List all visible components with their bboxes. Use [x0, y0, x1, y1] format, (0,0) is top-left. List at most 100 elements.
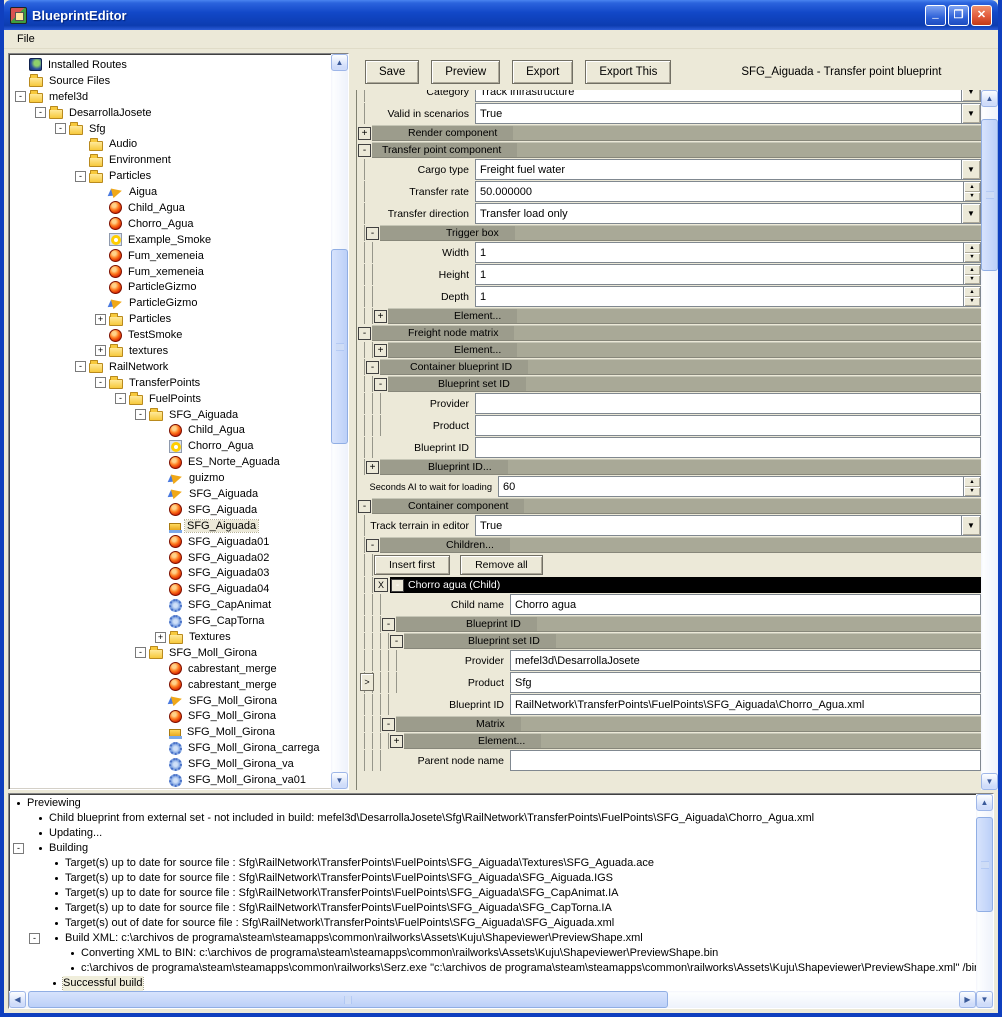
tree-item[interactable]: SFG_Aiguada [9, 518, 331, 534]
field-value[interactable] [475, 437, 981, 458]
section-expander-icon[interactable]: + [374, 310, 387, 323]
tree-item-label[interactable]: Example_Smoke [126, 234, 213, 246]
section-expander-icon[interactable]: - [390, 635, 403, 648]
tree-item[interactable]: SFG_CapAnimat [9, 597, 331, 613]
field-value-text[interactable]: Chorro agua [511, 599, 980, 611]
dropdown-arrow-icon[interactable] [961, 104, 980, 123]
section-header-bar[interactable]: Element... [388, 342, 981, 358]
tree-expander-icon[interactable]: - [115, 393, 126, 404]
spin-down-icon[interactable] [964, 253, 980, 263]
scroll-down-icon[interactable] [976, 991, 993, 1008]
tree-item[interactable]: -SFG_Aiguada [9, 407, 331, 423]
tree-item[interactable]: -DesarrollaJosete [9, 105, 331, 121]
scroll-up-icon[interactable] [331, 54, 348, 71]
tree-item[interactable]: Environment [9, 152, 331, 168]
tree-item[interactable]: cabrestant_merge [9, 661, 331, 677]
spinner-control[interactable] [963, 182, 980, 201]
tree-item-label[interactable]: SFG_Moll_Girona [186, 710, 278, 722]
tree-item[interactable]: -TransferPoints [9, 375, 331, 391]
tree-expander-icon[interactable]: + [155, 632, 166, 643]
log-line[interactable]: -Build XML: c:\archivos de programa\stea… [9, 931, 976, 946]
child-expander-icon[interactable]: - [391, 579, 404, 592]
tree-item[interactable]: +textures [9, 343, 331, 359]
field-value-text[interactable]: 1 [476, 247, 963, 259]
scroll-up-icon[interactable] [981, 90, 998, 107]
tree-item-label[interactable]: Child_Agua [126, 202, 187, 214]
tree-item[interactable]: SFG_Aiguada01 [9, 534, 331, 550]
spin-down-icon[interactable] [964, 275, 980, 285]
tree-item-label[interactable]: SFG_Aiguada02 [186, 552, 271, 564]
scroll-right-icon[interactable] [959, 991, 976, 1008]
section-expander-icon[interactable]: + [374, 344, 387, 357]
tree-item[interactable]: -RailNetwork [9, 359, 331, 375]
tree-item[interactable]: Fum_xemeneia [9, 264, 331, 280]
field-value[interactable] [475, 393, 981, 414]
tree-item[interactable]: SFG_Aiguada04 [9, 581, 331, 597]
tree-item-label[interactable]: SFG_Aiguada03 [186, 567, 271, 579]
tree-item[interactable]: SFG_CapTorna [9, 613, 331, 629]
section-header-bar[interactable]: Matrix [396, 716, 981, 732]
log-line[interactable]: Target(s) up to date for source file : S… [9, 856, 976, 871]
tree-item-label[interactable]: Textures [187, 631, 233, 643]
tree-item-label[interactable]: SFG_CapTorna [186, 615, 266, 627]
scroll-down-icon[interactable] [981, 773, 998, 790]
tree-item[interactable]: -SFG_Moll_Girona [9, 645, 331, 661]
tree-item[interactable]: SFG_Moll_Girona_va [9, 756, 331, 772]
spinner-control[interactable] [963, 265, 980, 284]
tree-item-label[interactable]: SFG_CapAnimat [186, 599, 273, 611]
spin-up-icon[interactable] [964, 265, 980, 275]
tree-item-label[interactable]: mefel3d [47, 91, 90, 103]
tree-item[interactable]: ES_Norte_Aguada [9, 454, 331, 470]
remove-child-button[interactable]: X [374, 578, 388, 592]
tree-item-label[interactable]: RailNetwork [107, 361, 170, 373]
tree-item-label[interactable]: ES_Norte_Aguada [186, 456, 282, 468]
child-header-bar[interactable]: -Chorro agua (Child) [390, 577, 981, 593]
tree-item[interactable]: guizmo [9, 470, 331, 486]
tree-expander-icon[interactable]: - [75, 171, 86, 182]
field-value-text[interactable]: Freight fuel water [476, 164, 961, 176]
section-header-bar[interactable]: Freight node matrix [372, 325, 981, 341]
tree-item[interactable]: SFG_Aiguada [9, 502, 331, 518]
field-value[interactable]: True [475, 103, 981, 124]
log-line[interactable]: Previewing [9, 796, 976, 811]
spin-up-icon[interactable] [964, 243, 980, 253]
dropdown-arrow-icon[interactable] [961, 160, 980, 179]
dropdown-arrow-icon[interactable] [961, 90, 980, 101]
tree-expander-icon[interactable]: + [95, 345, 106, 356]
tree-item-label[interactable]: ParticleGizmo [127, 297, 199, 309]
log-line[interactable]: Converting XML to BIN: c:\archivos de pr… [9, 946, 976, 961]
section-expander-icon[interactable]: + [358, 127, 371, 140]
save-button[interactable]: Save [365, 60, 419, 84]
log-hscroll-track[interactable] [26, 991, 959, 1008]
field-value-text[interactable]: 1 [476, 269, 963, 281]
section-header-bar[interactable]: Blueprint set ID [388, 376, 981, 392]
section-expander-icon[interactable]: - [366, 361, 379, 374]
section-header-bar[interactable]: Render component [372, 125, 981, 141]
tree-item[interactable]: Installed Routes [9, 57, 331, 73]
preview-button[interactable]: Preview [431, 60, 500, 84]
field-value-text[interactable]: True [476, 520, 961, 532]
log-scroll-track[interactable] [976, 811, 993, 991]
tree-item-label[interactable]: SFG_Aiguada [167, 409, 240, 421]
section-header-bar[interactable]: Element... [388, 308, 981, 324]
tree-item-label[interactable]: Sfg [87, 123, 108, 135]
minimize-button[interactable] [925, 5, 946, 26]
tree-item[interactable]: -mefel3d [9, 89, 331, 105]
tree-item[interactable]: SFG_Aiguada03 [9, 566, 331, 582]
form-scroll-track[interactable] [981, 107, 998, 773]
field-value[interactable]: Chorro agua [510, 594, 981, 615]
tree-vertical-scrollbar[interactable] [331, 54, 348, 789]
field-value[interactable] [510, 750, 981, 771]
tree-item[interactable]: SFG_Moll_Girona_carrega [9, 740, 331, 756]
section-expander-icon[interactable]: - [358, 500, 371, 513]
spin-up-icon[interactable] [964, 182, 980, 192]
tree-item-label[interactable]: cabrestant_merge [186, 679, 279, 691]
tree-item-label[interactable]: TransferPoints [127, 377, 202, 389]
tree-item-label[interactable]: SFG_Aiguada04 [186, 583, 271, 595]
panel-splitter[interactable] [349, 53, 356, 790]
tree-item[interactable]: SFG_Moll_Girona [9, 693, 331, 709]
tree-item-label[interactable]: Source Files [47, 75, 112, 87]
section-expander-icon[interactable]: - [358, 327, 371, 340]
tree-item-label[interactable]: Chorro_Agua [126, 218, 195, 230]
tree-item[interactable]: -FuelPoints [9, 391, 331, 407]
